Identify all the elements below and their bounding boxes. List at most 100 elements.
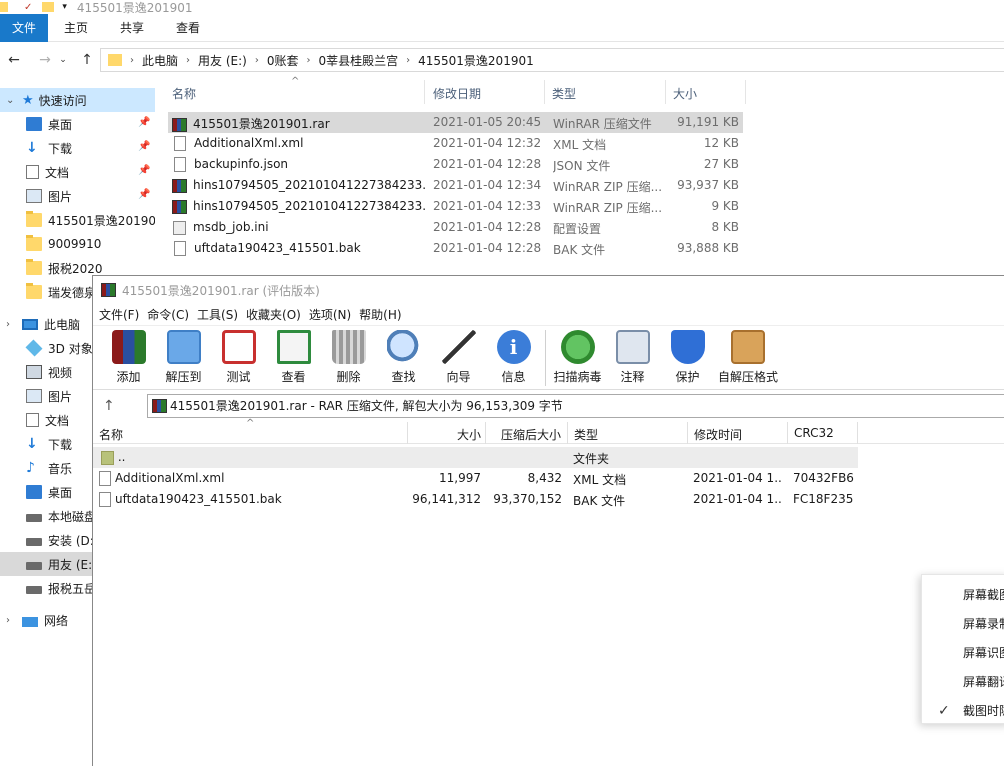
- up-arrow-icon[interactable]: ↑: [76, 49, 98, 71]
- menu-options[interactable]: 选项(N): [309, 306, 357, 323]
- find-button[interactable]: 查找: [376, 330, 431, 385]
- file-name: uftdata190423_415501.bak: [194, 241, 361, 255]
- menu-help[interactable]: 帮助(H): [359, 306, 407, 323]
- column-header-type[interactable]: 类型: [574, 426, 598, 443]
- tab-file[interactable]: 文件: [0, 13, 48, 42]
- pin-icon[interactable]: 📌: [138, 165, 150, 176]
- address-bar[interactable]: › 此电脑 › 用友 (E:) › 0账套 › 0莘县桂殿兰宫 › 415501…: [100, 48, 1004, 72]
- menu-favorites[interactable]: 收藏夹(O): [246, 306, 307, 323]
- checkmark-icon[interactable]: ✓: [24, 2, 32, 13]
- breadcrumb-company[interactable]: 0莘县桂殿兰宫: [312, 52, 404, 69]
- xml-file-icon: [99, 471, 111, 486]
- extract-to-button[interactable]: 解压到: [156, 330, 211, 385]
- archive-row[interactable]: AdditionalXml.xml 11,997 8,432 XML 文档 20…: [93, 468, 858, 489]
- column-divider[interactable]: [687, 422, 688, 444]
- archive-path-field[interactable]: 415501景逸201901.rar - RAR 压缩文件, 解包大小为 96,…: [147, 394, 1004, 418]
- column-divider[interactable]: [787, 422, 788, 444]
- column-divider[interactable]: [407, 422, 408, 444]
- sidebar-item-label: 图片: [48, 189, 73, 204]
- sidebar-item-label: 此电脑: [44, 317, 81, 332]
- pin-icon[interactable]: 📌: [138, 117, 150, 128]
- folder-icon[interactable]: [42, 2, 55, 12]
- archive-row[interactable]: .. 文件夹: [93, 447, 858, 468]
- wizard-button[interactable]: 向导: [431, 330, 486, 385]
- menu-item-screen-record[interactable]: 屏幕录制: [922, 610, 1004, 639]
- column-divider[interactable]: [567, 422, 568, 444]
- dropdown-icon[interactable]: ▾: [62, 2, 67, 12]
- column-header-size[interactable]: 大小: [457, 426, 481, 443]
- add-button[interactable]: 添加: [101, 330, 156, 385]
- menu-item-screen-translate[interactable]: 屏幕翻译: [922, 668, 1004, 697]
- up-arrow-icon[interactable]: ↑: [103, 398, 115, 414]
- breadcrumb-current[interactable]: 415501景逸201901: [412, 52, 540, 69]
- file-row[interactable]: msdb_job.ini 2021-01-04 12:28 配置设置 8 KB: [168, 217, 743, 238]
- column-divider[interactable]: [665, 80, 666, 104]
- column-header-date[interactable]: 修改日期: [433, 85, 481, 102]
- file-row[interactable]: backupinfo.json 2021-01-04 12:28 JSON 文件…: [168, 154, 743, 175]
- tool-label: 测试: [226, 370, 251, 384]
- virus-icon: [560, 330, 595, 364]
- chevron-right-icon[interactable]: ›: [6, 615, 22, 626]
- breadcrumb-this-pc[interactable]: 此电脑: [136, 52, 184, 69]
- column-header-packed[interactable]: 压缩后大小: [501, 426, 561, 443]
- column-header-crc[interactable]: CRC32: [794, 426, 834, 440]
- menu-file[interactable]: 文件(F): [99, 306, 145, 323]
- file-row[interactable]: AdditionalXml.xml 2021-01-04 12:32 XML 文…: [168, 133, 743, 154]
- menu-item-screen-recognize[interactable]: 屏幕识图: [922, 639, 1004, 668]
- picture-icon: [26, 189, 42, 203]
- tool-label: 删除: [336, 370, 361, 384]
- sidebar-item-pictures[interactable]: 图片 📌: [0, 184, 155, 208]
- back-arrow-icon[interactable]: ←: [3, 49, 25, 71]
- column-divider[interactable]: [424, 80, 425, 104]
- chevron-down-icon[interactable]: ⌄: [6, 95, 22, 106]
- file-row[interactable]: 415501景逸201901.rar 2021-01-05 20:45 WinR…: [168, 112, 743, 133]
- winrar-icon: [172, 117, 187, 132]
- file-row[interactable]: hins10794505_202101041227384233... 2021-…: [168, 196, 743, 217]
- download-icon: ↓: [26, 436, 38, 452]
- breadcrumb-accounts[interactable]: 0账套: [261, 52, 305, 69]
- winrar-titlebar[interactable]: 415501景逸201901.rar (评估版本): [93, 276, 1004, 304]
- column-header-name[interactable]: 名称: [99, 426, 123, 443]
- column-header-modified[interactable]: 修改时间: [694, 426, 742, 443]
- view-button[interactable]: 查看: [266, 330, 321, 385]
- chevron-right-icon[interactable]: ›: [6, 319, 22, 330]
- column-divider[interactable]: [745, 80, 746, 104]
- delete-button[interactable]: 删除: [321, 330, 376, 385]
- tab-home[interactable]: 主页: [48, 14, 104, 42]
- tab-view[interactable]: 查看: [160, 14, 216, 42]
- column-divider[interactable]: [857, 422, 858, 444]
- menu-item-screen-capture[interactable]: 屏幕截图: [922, 581, 1004, 610]
- breadcrumb-drive[interactable]: 用友 (E:): [192, 52, 253, 69]
- column-divider[interactable]: [485, 422, 486, 444]
- pin-icon[interactable]: 📌: [138, 189, 150, 200]
- test-button[interactable]: 测试: [211, 330, 266, 385]
- archive-item-name: uftdata190423_415501.bak: [115, 492, 282, 506]
- recent-dropdown-icon[interactable]: ⌄: [56, 49, 70, 71]
- sidebar-item-folder-415501[interactable]: 415501景逸201901: [0, 208, 155, 232]
- file-type: 配置设置: [553, 222, 602, 236]
- protect-button[interactable]: 保护: [660, 330, 715, 385]
- sidebar-item-folder-9009910[interactable]: 9009910: [0, 232, 155, 256]
- comment-button[interactable]: 注释: [605, 330, 660, 385]
- archive-row[interactable]: uftdata190423_415501.bak 96,141,312 93,3…: [93, 489, 858, 510]
- menu-item-hide-on-capture[interactable]: ✓ 截图时隐: [922, 697, 1004, 726]
- menu-commands[interactable]: 命令(C): [147, 306, 195, 323]
- column-header-name[interactable]: 名称: [172, 85, 196, 102]
- file-row[interactable]: hins10794505_202101041227384233... 2021-…: [168, 175, 743, 196]
- pin-icon[interactable]: 📌: [138, 141, 150, 152]
- column-header-type[interactable]: 类型: [552, 85, 576, 102]
- info-button[interactable]: i 信息: [486, 330, 541, 385]
- menu-tools[interactable]: 工具(S): [197, 306, 244, 323]
- forward-arrow-icon[interactable]: →: [34, 49, 56, 71]
- virus-scan-button[interactable]: 扫描病毒: [550, 330, 605, 385]
- sidebar-item-documents[interactable]: 文档 📌: [0, 160, 155, 184]
- archive-item-type: XML 文档: [573, 473, 627, 487]
- sidebar-item-desktop[interactable]: 桌面 📌: [0, 112, 155, 136]
- column-divider[interactable]: [544, 80, 545, 104]
- sfx-button[interactable]: 自解压格式: [715, 330, 781, 385]
- column-header-size[interactable]: 大小: [673, 85, 697, 102]
- sidebar-item-downloads[interactable]: ↓ 下载 📌: [0, 136, 155, 160]
- tab-share[interactable]: 共享: [104, 14, 160, 42]
- file-row[interactable]: uftdata190423_415501.bak 2021-01-04 12:2…: [168, 238, 743, 259]
- sidebar-item-quick-access[interactable]: ⌄ ★ 快速访问: [0, 88, 155, 112]
